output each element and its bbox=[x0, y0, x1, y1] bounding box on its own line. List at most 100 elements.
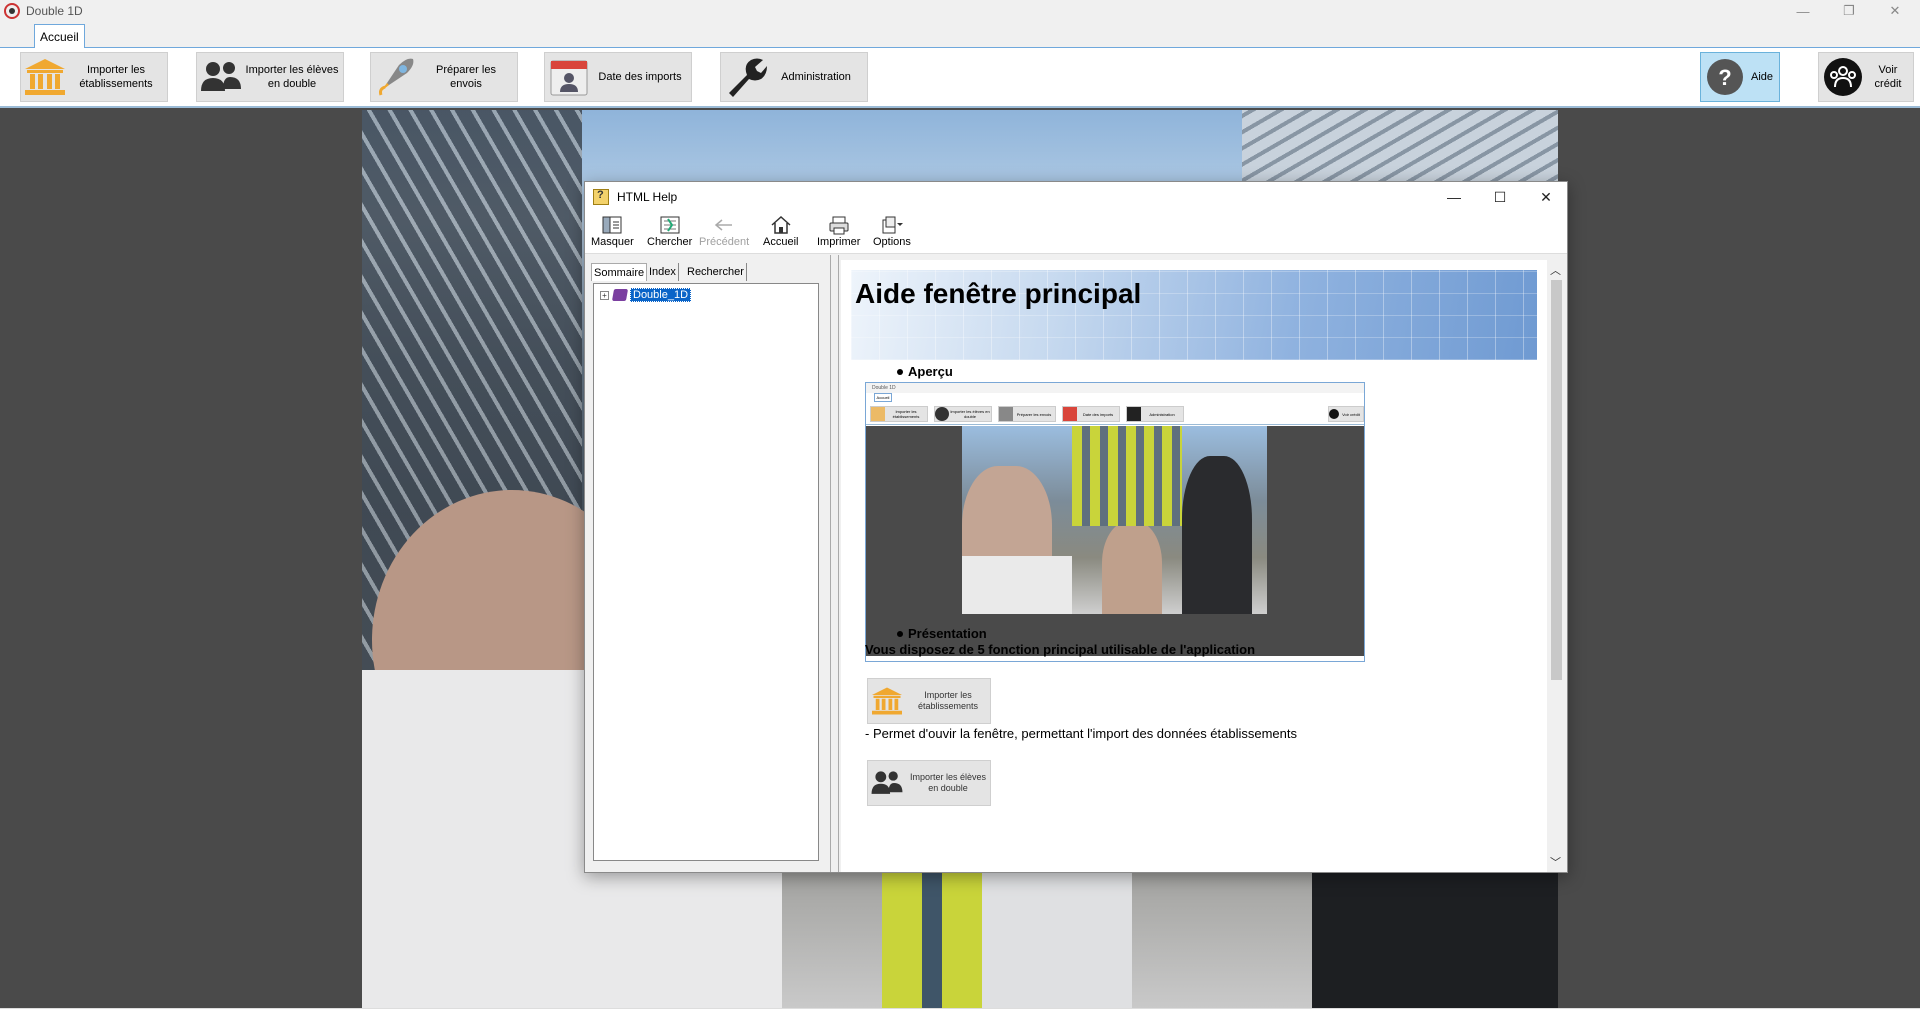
home-label: Accueil bbox=[763, 236, 799, 248]
import-establishments-label: Importer les établissements bbox=[79, 64, 153, 90]
previous-button[interactable]: Précédent bbox=[699, 214, 749, 252]
app-title-bar: Double 1D — ❐ ✕ bbox=[0, 0, 1920, 22]
help-close-button[interactable]: ✕ bbox=[1523, 182, 1569, 212]
ribbon: Importer les établissements Importer les… bbox=[0, 48, 1920, 108]
tab-accueil[interactable]: Accueil bbox=[34, 24, 85, 48]
preview-title: Double 1D bbox=[866, 383, 1364, 393]
help-button[interactable]: ? Aide bbox=[1700, 52, 1780, 102]
rocket-icon bbox=[371, 53, 419, 101]
close-button[interactable]: ✕ bbox=[1872, 0, 1918, 22]
minimize-button[interactable]: — bbox=[1780, 0, 1826, 22]
team-icon bbox=[1819, 53, 1867, 101]
svg-text:?: ? bbox=[1718, 65, 1731, 90]
help-content: Aide fenêtre principal Aperçu Double 1D … bbox=[841, 260, 1547, 872]
help-banner: Aide fenêtre principal bbox=[851, 270, 1537, 360]
feature-import-establishments-image: Importer les établissements bbox=[867, 678, 991, 724]
tab-rechercher[interactable]: Rechercher bbox=[685, 263, 747, 281]
section-presentation: Présentation bbox=[897, 626, 987, 641]
preview-button: Administration bbox=[1126, 406, 1184, 422]
html-help-window: HTML Help — ☐ ✕ Masquer Chercher Précéde… bbox=[584, 181, 1568, 873]
administration-button[interactable]: Administration bbox=[720, 52, 868, 102]
tab-index[interactable]: Index bbox=[647, 263, 679, 281]
wrench-icon bbox=[721, 53, 769, 101]
import-dates-button[interactable]: Date des imports bbox=[544, 52, 692, 102]
app-logo-icon bbox=[4, 3, 20, 19]
hide-label: Masquer bbox=[591, 236, 634, 248]
import-establishments-button[interactable]: Importer les établissements bbox=[20, 52, 168, 102]
options-button[interactable]: Options bbox=[873, 214, 911, 252]
feature1-description: - Permet d'ouvir la fenêtre, permettant … bbox=[865, 726, 1298, 741]
print-label: Imprimer bbox=[817, 236, 861, 248]
help-title-bar: HTML Help — ☐ ✕ bbox=[585, 182, 1567, 212]
prepare-sendings-button[interactable]: Préparer les envois bbox=[370, 52, 518, 102]
hide-pane-icon bbox=[599, 214, 625, 236]
section-apercu: Aperçu bbox=[897, 364, 953, 379]
scroll-thumb[interactable] bbox=[1551, 280, 1562, 680]
help-maximize-button[interactable]: ☐ bbox=[1477, 182, 1523, 212]
pane-splitter[interactable] bbox=[831, 255, 839, 872]
tree-item-double-1d[interactable]: + Double_1D bbox=[600, 288, 692, 302]
scroll-up-icon[interactable]: ︿ bbox=[1550, 262, 1561, 278]
preview-ribbon: Importer les établissements Importer les… bbox=[866, 403, 1364, 425]
feature-button-label: Importer les élèves en double bbox=[909, 772, 987, 793]
help-toolbar: Masquer Chercher Précédent Accueil Impri… bbox=[585, 212, 1567, 254]
preview-button: Date des imports bbox=[1062, 406, 1120, 422]
preview-button: Importer les établissements bbox=[870, 406, 928, 422]
tab-sommaire[interactable]: Sommaire bbox=[591, 263, 648, 281]
prepare-sendings-label: Préparer les envois bbox=[436, 64, 496, 90]
users-icon bbox=[197, 53, 245, 101]
help-icon: ? bbox=[1701, 53, 1749, 101]
home-button[interactable]: Accueil bbox=[763, 214, 798, 252]
import-duplicate-students-button[interactable]: Importer les élèves en double bbox=[196, 52, 344, 102]
preview-tab: Accueil bbox=[874, 393, 892, 402]
calendar-user-icon bbox=[545, 53, 593, 101]
help-label: Aide bbox=[1750, 71, 1774, 83]
credits-label: Voir crédit bbox=[1874, 64, 1902, 90]
intro-text: Vous disposez de 5 fonction principal ut… bbox=[865, 642, 1256, 657]
help-navigation-pane: Sommaire Index Rechercher + Double_1D bbox=[585, 255, 831, 872]
tree-item-label: Double_1D bbox=[630, 288, 692, 302]
print-button[interactable]: Imprimer bbox=[817, 214, 860, 252]
users-icon bbox=[868, 763, 906, 803]
preview-button: Préparer les envois bbox=[998, 406, 1056, 422]
app-preview-screenshot: Double 1D Accueil Importer les établisse… bbox=[865, 382, 1365, 662]
preview-photo bbox=[962, 426, 1267, 614]
help-window-icon bbox=[593, 189, 609, 205]
bullet-icon bbox=[897, 630, 903, 637]
feature-import-students-image: Importer les élèves en double bbox=[867, 760, 991, 806]
help-heading: Aide fenêtre principal bbox=[855, 278, 1142, 309]
book-icon bbox=[611, 289, 629, 301]
printer-icon bbox=[826, 214, 852, 236]
section-presentation-label: Présentation bbox=[908, 626, 987, 641]
import-duplicate-students-label: Importer les élèves en double bbox=[245, 64, 339, 90]
contents-tree[interactable]: + Double_1D bbox=[593, 283, 819, 861]
options-icon bbox=[879, 214, 905, 236]
preview-button: Voir crédit bbox=[1328, 406, 1364, 422]
locate-button[interactable]: Chercher bbox=[647, 214, 692, 252]
options-label: Options bbox=[873, 236, 911, 248]
import-dates-label: Date des imports bbox=[598, 71, 682, 83]
help-minimize-button[interactable]: — bbox=[1431, 182, 1477, 212]
section-apercu-label: Aperçu bbox=[908, 364, 953, 379]
ribbon-tab-strip: Accueil bbox=[0, 22, 1920, 48]
home-icon bbox=[768, 214, 794, 236]
feature-button-label: Importer les établissements bbox=[917, 690, 979, 711]
bank-icon bbox=[21, 53, 69, 101]
help-window-title: HTML Help bbox=[617, 190, 678, 204]
hide-button[interactable]: Masquer bbox=[591, 214, 634, 252]
locate-label: Chercher bbox=[647, 236, 693, 248]
preview-button: Importer les élèves en double bbox=[934, 406, 992, 422]
status-bar bbox=[0, 1008, 1920, 1032]
previous-label: Précédent bbox=[699, 236, 750, 248]
content-scrollbar[interactable]: ︿ ﹀ bbox=[1547, 260, 1565, 872]
app-title: Double 1D bbox=[26, 4, 83, 18]
locate-icon bbox=[657, 214, 683, 236]
credits-button[interactable]: Voir crédit bbox=[1818, 52, 1914, 102]
expand-icon[interactable]: + bbox=[600, 290, 609, 300]
bank-icon bbox=[868, 681, 906, 721]
bullet-icon bbox=[897, 368, 903, 375]
restore-button[interactable]: ❐ bbox=[1826, 0, 1872, 22]
back-arrow-icon bbox=[711, 214, 737, 236]
scroll-down-icon[interactable]: ﹀ bbox=[1550, 854, 1561, 870]
administration-label: Administration bbox=[781, 71, 851, 83]
